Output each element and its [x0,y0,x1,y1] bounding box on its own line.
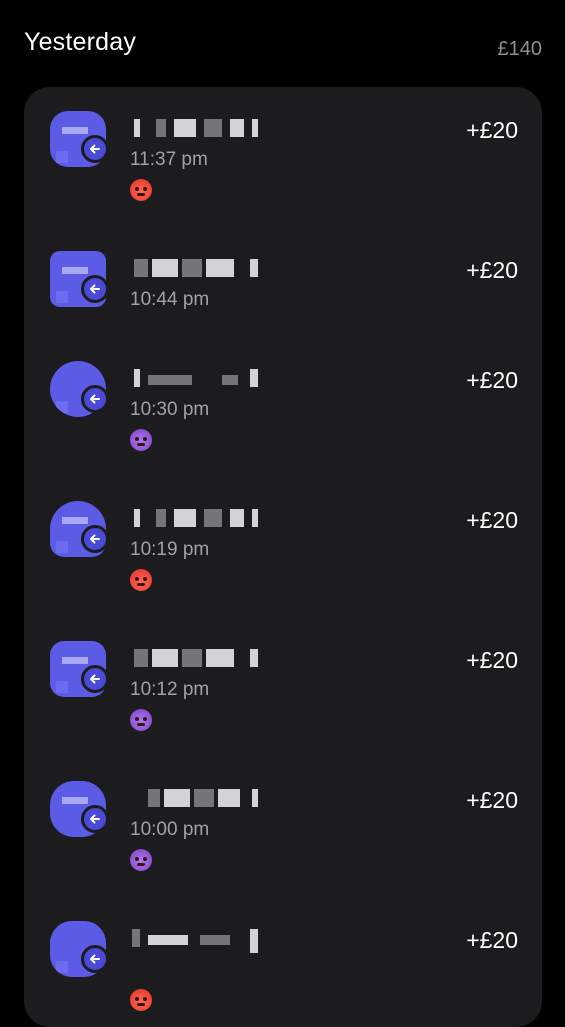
transaction-time: 10:12 pm [130,679,210,700]
transaction-row[interactable]: 10:30 pm +£20 [24,337,542,467]
redacted-name [130,119,260,137]
hot-face-icon [130,569,152,591]
transaction-row[interactable]: 10:12 pm +£20 [24,617,542,747]
day-total: £140 [497,38,543,60]
day-header: Yesterday £140 [24,28,542,68]
avatar [50,921,109,977]
transaction-amount: +£20 [466,257,518,283]
hot-face-icon [130,179,152,201]
redacted-name [130,259,260,277]
avatar [50,361,109,417]
day-title: Yesterday [24,28,137,56]
incoming-arrow-icon [81,525,109,553]
avatar [50,781,109,837]
hot-face-icon [130,989,152,1011]
transaction-amount: +£20 [466,787,518,813]
incoming-arrow-icon [81,665,109,693]
avatar [50,641,109,697]
incoming-arrow-icon [81,945,109,973]
transaction-amount: +£20 [466,507,518,533]
transaction-list: 11:37 pm +£20 10:44 pm +£20 10:30 pm +£2… [24,87,542,1027]
incoming-arrow-icon [81,385,109,413]
transaction-amount: +£20 [466,117,518,143]
transaction-time: 10:30 pm [130,399,210,420]
redacted-name [130,929,260,953]
redacted-name [130,649,260,667]
incoming-arrow-icon [81,275,109,303]
smiling-devil-icon [130,849,152,871]
transaction-amount: +£20 [466,927,518,953]
transaction-row[interactable]: 11:37 pm +£20 [24,87,542,217]
transaction-row[interactable]: +£20 [24,897,542,1027]
transaction-amount: +£20 [466,367,518,393]
transaction-amount: +£20 [466,647,518,673]
transaction-row[interactable]: 10:19 pm +£20 [24,477,542,607]
transaction-time: 10:19 pm [130,539,210,560]
redacted-name [130,789,260,807]
incoming-arrow-icon [81,805,109,833]
smiling-devil-icon [130,429,152,451]
redacted-name [130,369,260,387]
avatar [50,501,109,557]
transaction-time: 11:37 pm [130,149,208,170]
transaction-time: 10:00 pm [130,819,210,840]
redacted-name [130,509,260,527]
transaction-time: 10:44 pm [130,289,210,310]
smiling-devil-icon [130,709,152,731]
transaction-row[interactable]: 10:00 pm +£20 [24,757,542,887]
avatar [50,111,109,167]
avatar [50,251,109,307]
incoming-arrow-icon [81,135,109,163]
